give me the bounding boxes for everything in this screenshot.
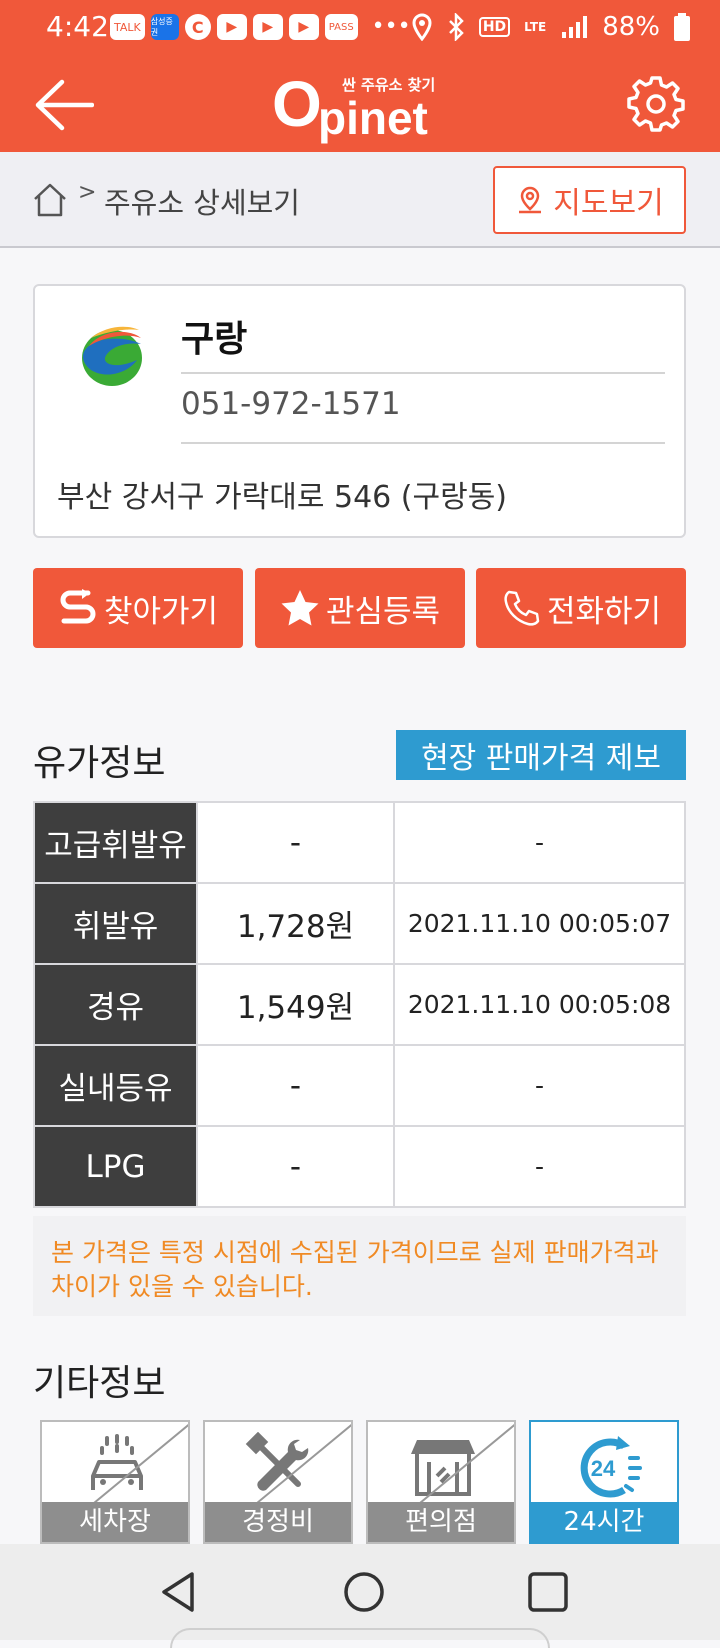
nav-home-icon[interactable] bbox=[340, 1568, 388, 1616]
battery-percent: 88% bbox=[602, 12, 660, 42]
divider bbox=[181, 372, 665, 374]
star-icon bbox=[281, 590, 319, 626]
battery-icon bbox=[674, 13, 690, 41]
service-24-hours: 24 24시간 bbox=[529, 1420, 679, 1544]
24-hour-icon: 24 bbox=[580, 1436, 642, 1498]
phone-icon bbox=[504, 590, 540, 626]
report-price-button[interactable]: 현장 판매가격 제보 bbox=[396, 730, 686, 780]
price-row: LPG - - bbox=[33, 1125, 686, 1208]
service-label: 24시간 bbox=[531, 1502, 677, 1542]
gesture-handle[interactable] bbox=[170, 1628, 550, 1648]
navigate-label: 찾아가기 bbox=[103, 593, 219, 630]
price-date: - bbox=[393, 1044, 686, 1127]
nav-back-icon[interactable] bbox=[156, 1568, 204, 1616]
status-bar: 4:42 TALK 삼성증권 C ▶ ▶ ▶ PASS ••• HD LTE 8… bbox=[0, 0, 720, 56]
status-time: 4:42 bbox=[46, 10, 109, 43]
other-section-title: 기타정보 bbox=[33, 1363, 166, 1404]
logo-letter: O bbox=[272, 68, 322, 140]
station-phone[interactable]: 051-972-1571 bbox=[181, 386, 401, 422]
fuel-type: 경유 bbox=[33, 963, 198, 1046]
favorite-label: 관심등록 bbox=[325, 593, 441, 630]
price-section-title: 유가정보 bbox=[33, 743, 166, 784]
price-row: 경유 1,549원 2021.11.10 00:05:08 bbox=[33, 963, 686, 1046]
favorite-button[interactable]: 관심등록 bbox=[255, 568, 465, 648]
breadcrumb-current: 주유소 상세보기 bbox=[104, 186, 300, 220]
logo-subtitle: 싼 주유소 찾기 bbox=[342, 76, 436, 94]
fuel-price: 1,549원 bbox=[196, 963, 395, 1046]
price-table: 고급휘발유 - - 휘발유 1,728원 2021.11.10 00:05:07 경유 1,5… bbox=[33, 801, 686, 1208]
station-name: 구랑 bbox=[181, 319, 248, 360]
call-label: 전화하기 bbox=[546, 593, 662, 630]
settings-gear-icon[interactable] bbox=[626, 74, 686, 134]
signal-icon bbox=[562, 16, 588, 38]
service-label: 편의점 bbox=[368, 1502, 514, 1542]
nav-recents-icon[interactable] bbox=[524, 1568, 572, 1616]
app-header: O pinet 싼 주유소 찾기 bbox=[0, 56, 720, 152]
map-view-button[interactable]: 지도보기 bbox=[493, 166, 686, 234]
notification-icons: TALK 삼성증권 C ▶ ▶ ▶ PASS ••• bbox=[110, 14, 411, 40]
youtube-icon: ▶ bbox=[216, 14, 247, 40]
opinet-logo: O pinet 싼 주유소 찾기 bbox=[272, 68, 452, 144]
price-date: - bbox=[393, 1125, 686, 1208]
call-button[interactable]: 전화하기 bbox=[476, 568, 686, 648]
kakaotalk-icon: TALK bbox=[110, 14, 145, 40]
breadcrumb: > 주유소 상세보기 지도보기 bbox=[0, 152, 720, 248]
station-info-card: 구랑 051-972-1571 부산 강서구 가락대로 546 (구랑동) bbox=[33, 284, 686, 538]
back-arrow-icon[interactable] bbox=[32, 76, 94, 134]
fuel-type: LPG bbox=[33, 1125, 198, 1208]
gas-brand-logo bbox=[82, 326, 142, 386]
route-icon bbox=[60, 589, 96, 624]
youtube-icon: ▶ bbox=[252, 14, 283, 40]
hd-icon: HD bbox=[478, 17, 511, 37]
fuel-price: - bbox=[196, 1125, 395, 1208]
fuel-type: 고급휘발유 bbox=[33, 801, 198, 884]
system-nav-bar bbox=[0, 1544, 720, 1648]
service-label: 세차장 bbox=[42, 1502, 188, 1542]
station-address: 부산 강서구 가락대로 546 (구랑동) bbox=[57, 480, 508, 515]
service-label: 경정비 bbox=[205, 1502, 351, 1542]
c-app-icon: C bbox=[184, 14, 211, 40]
map-view-label: 지도보기 bbox=[553, 186, 664, 221]
logo-word: pinet bbox=[318, 92, 428, 144]
lte-icon: LTE bbox=[524, 20, 547, 34]
map-pin-icon bbox=[519, 186, 542, 214]
24-badge: 24 bbox=[591, 1456, 616, 1481]
location-icon bbox=[412, 13, 432, 41]
fuel-type: 휘발유 bbox=[33, 882, 198, 965]
youtube-icon: ▶ bbox=[288, 14, 319, 40]
fuel-type: 실내등유 bbox=[33, 1044, 198, 1127]
price-notice: 본 가격은 특정 시점에 수집된 가격이므로 실제 판매가격과 차이가 있을 수… bbox=[33, 1216, 686, 1316]
breadcrumb-separator: > bbox=[78, 180, 97, 205]
fuel-price: - bbox=[196, 801, 395, 884]
price-date: 2021.11.10 00:05:08 bbox=[393, 963, 686, 1046]
service-maintenance: 경정비 bbox=[203, 1420, 353, 1544]
fuel-price: 1,728원 bbox=[196, 882, 395, 965]
more-notifications-icon: ••• bbox=[371, 14, 411, 39]
service-car-wash: 세차장 bbox=[40, 1420, 190, 1544]
pass-icon: PASS bbox=[324, 14, 358, 40]
navigate-button[interactable]: 찾아가기 bbox=[33, 568, 243, 648]
price-row: 실내등유 - - bbox=[33, 1044, 686, 1127]
price-row: 고급휘발유 - - bbox=[33, 801, 686, 884]
home-icon[interactable] bbox=[32, 182, 68, 218]
service-convenience-store: 편의점 bbox=[366, 1420, 516, 1544]
price-date: - bbox=[393, 801, 686, 884]
fuel-price: - bbox=[196, 1044, 395, 1127]
samsung-securities-icon: 삼성증권 bbox=[150, 14, 179, 40]
divider bbox=[181, 442, 665, 444]
price-date: 2021.11.10 00:05:07 bbox=[393, 882, 686, 965]
price-row: 휘발유 1,728원 2021.11.10 00:05:07 bbox=[33, 882, 686, 965]
bluetooth-icon bbox=[448, 13, 464, 41]
